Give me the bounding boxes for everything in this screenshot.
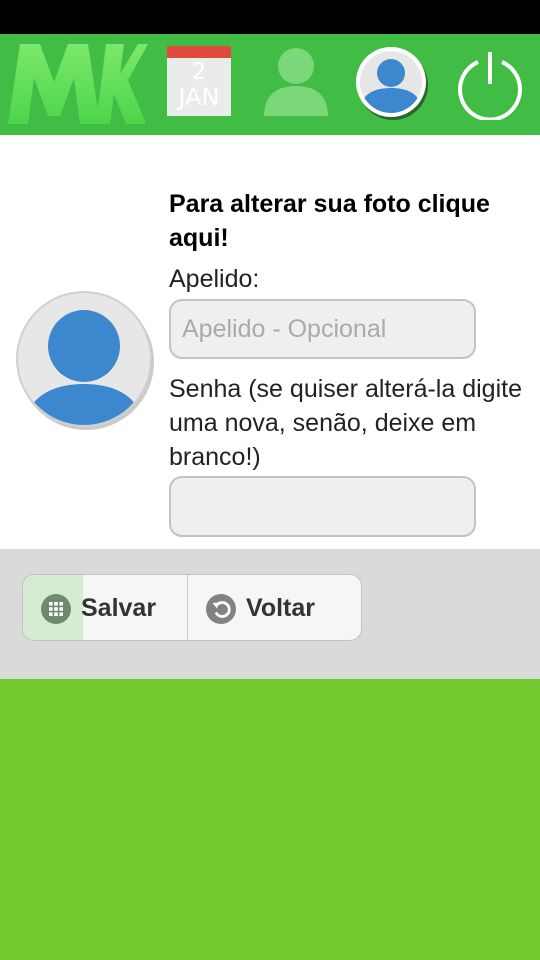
profile-photo-icon[interactable]: [354, 46, 430, 122]
grid-icon: [41, 593, 71, 624]
status-bar: [0, 0, 540, 34]
calendar-header: [167, 46, 231, 58]
top-bar: 2 JAN: [0, 34, 540, 135]
apelido-label: Apelido:: [169, 265, 260, 293]
calendar-day: 2: [192, 60, 206, 85]
logo[interactable]: [6, 40, 148, 124]
calendar-month: JAN: [178, 83, 220, 111]
back-label: Voltar: [246, 594, 315, 622]
button-group: Salvar Voltar: [22, 574, 362, 641]
calendar-icon[interactable]: 2 JAN: [167, 46, 231, 116]
profile-avatar[interactable]: [15, 290, 155, 430]
power-icon[interactable]: [454, 48, 526, 122]
save-label: Salvar: [81, 594, 157, 622]
apelido-input[interactable]: [169, 299, 476, 359]
senha-input[interactable]: [169, 476, 476, 537]
undo-icon: [206, 593, 236, 624]
back-button[interactable]: Voltar: [187, 575, 361, 640]
profile-form: Para alterar sua foto clique aqui! Apeli…: [0, 135, 540, 549]
senha-label: Senha (se quiser alterá-la digite uma no…: [169, 375, 522, 471]
change-photo-link[interactable]: Para alterar sua foto clique aqui!: [169, 187, 529, 255]
save-button[interactable]: Salvar: [23, 575, 187, 640]
user-icon[interactable]: [262, 44, 330, 118]
action-bar: Salvar Voltar: [0, 549, 540, 679]
